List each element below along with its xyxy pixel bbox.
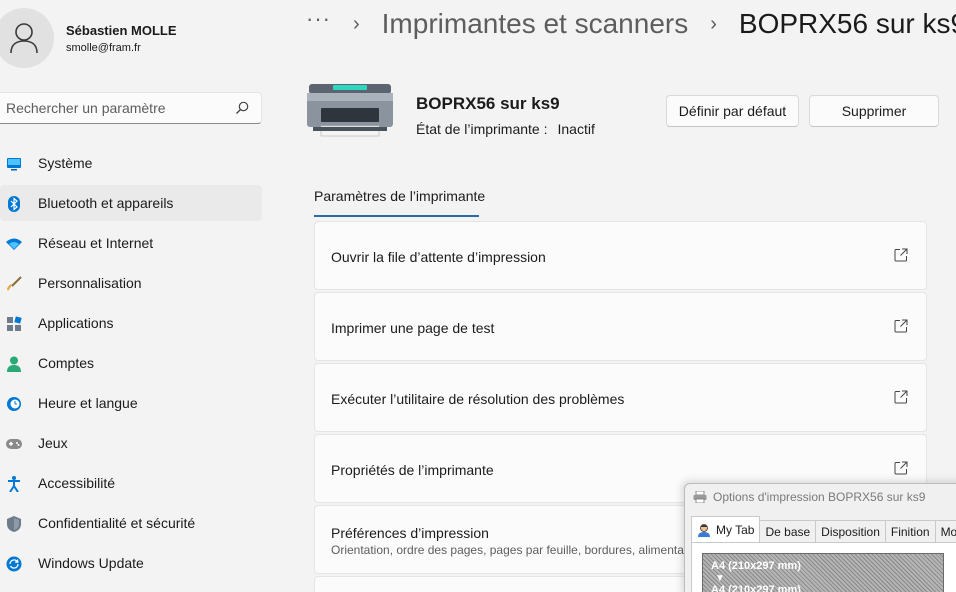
dialog-titlebar[interactable]: Options d'impression BOPRX56 sur ks9 — [693, 490, 925, 504]
sidebar-item-label: Bluetooth et appareils — [38, 195, 174, 211]
apps-icon — [6, 316, 22, 332]
card-troubleshooter[interactable]: Exécuter l’utilitaire de résolution des … — [314, 363, 927, 432]
sidebar-item-label: Jeux — [38, 435, 68, 451]
sidebar-item-applications[interactable]: Applications — [0, 305, 262, 341]
sidebar-item-reseau[interactable]: Réseau et Internet — [0, 225, 262, 261]
shield-icon — [6, 516, 22, 532]
update-icon — [6, 556, 22, 572]
tab-mode[interactable]: Mode — [934, 520, 956, 542]
card-subtitle: Orientation, ordre des pages, pages par … — [331, 543, 704, 557]
paper-size-preview[interactable]: A4 (210x297 mm) ▼ A4 (210x297 mm) — [702, 553, 944, 592]
printer-status-value: Inactif — [557, 121, 595, 137]
bluetooth-icon — [6, 196, 22, 212]
page-title: BOPRX56 sur ks9 — [738, 8, 956, 39]
card-title: Ouvrir la file d’attente d’impression — [331, 249, 546, 265]
avatar[interactable] — [0, 8, 54, 68]
tab-printer-settings[interactable]: Paramètres de l’imprimante — [314, 188, 485, 204]
card-title: Propriétés de l’imprimante — [331, 462, 494, 478]
card-title: Imprimer une page de test — [331, 320, 495, 336]
printer-icon — [307, 84, 393, 137]
external-link-icon — [894, 319, 908, 333]
sidebar-nav: Système Bluetooth et appareils Réseau et… — [0, 145, 262, 585]
search-box[interactable] — [0, 92, 262, 124]
sidebar-item-label: Comptes — [38, 355, 95, 371]
printer-small-icon — [693, 491, 707, 503]
printer-status-label: État de l’imprimante : — [416, 121, 548, 137]
brush-icon — [6, 276, 22, 292]
print-options-dialog[interactable]: Options d'impression BOPRX56 sur ks9 My … — [684, 483, 956, 592]
tab-label: My Tab — [716, 523, 755, 537]
tab-underline — [314, 215, 479, 217]
sidebar-item-label: Accessibilité — [38, 475, 116, 491]
dialog-title: Options d'impression BOPRX56 sur ks9 — [713, 490, 926, 504]
clock-globe-icon — [6, 396, 22, 412]
sidebar-item-label: Confidentialité et sécurité — [38, 515, 196, 531]
tab-my-tab[interactable]: My Tab — [691, 516, 761, 542]
search-input[interactable] — [6, 100, 226, 116]
breadcrumb-parent-link[interactable]: Imprimantes et scanners — [382, 8, 689, 40]
accessibility-icon — [6, 476, 22, 492]
arrow-down-icon: ▼ — [715, 573, 725, 584]
user-name: Sébastien MOLLE — [66, 23, 177, 38]
tab-finition[interactable]: Finition — [884, 520, 936, 542]
sidebar-item-windows-update[interactable]: Windows Update — [0, 545, 262, 581]
sidebar-item-bluetooth[interactable]: Bluetooth et appareils — [0, 185, 262, 221]
sidebar-item-jeux[interactable]: Jeux — [0, 425, 262, 461]
sidebar-item-accessibilite[interactable]: Accessibilité — [0, 465, 262, 501]
gamepad-icon — [6, 436, 22, 452]
external-link-icon — [894, 390, 908, 404]
sidebar-item-comptes[interactable]: Comptes — [0, 345, 262, 381]
dialog-body: A4 (210x297 mm) ▼ A4 (210x297 mm) — [691, 542, 956, 592]
search-icon[interactable] — [235, 101, 249, 115]
sidebar-item-personnalisation[interactable]: Personnalisation — [0, 265, 262, 301]
delete-button[interactable]: Supprimer — [809, 95, 939, 127]
breadcrumb: ··· › Imprimantes et scanners › BOPRX56 … — [306, 6, 956, 40]
tab-de-base[interactable]: De base — [759, 520, 817, 542]
sidebar-item-label: Personnalisation — [38, 275, 142, 291]
chevron-right-icon: › — [352, 12, 360, 35]
tab-disposition[interactable]: Disposition — [815, 520, 886, 542]
sidebar-item-label: Applications — [38, 315, 114, 331]
set-default-button[interactable]: Définir par défaut — [666, 95, 799, 127]
external-link-icon — [894, 461, 908, 475]
printer-status: État de l’imprimante : Inactif — [416, 121, 595, 137]
card-title: Préférences d’impression — [331, 525, 489, 541]
sidebar-item-systeme[interactable]: Système — [0, 145, 262, 181]
sidebar-item-label: Heure et langue — [38, 395, 138, 411]
monitor-icon — [6, 156, 22, 172]
sidebar-item-label: Réseau et Internet — [38, 235, 154, 251]
chevron-right-icon: › — [710, 12, 717, 35]
sidebar-item-label: Système — [38, 155, 93, 171]
sidebar-item-confidentialite[interactable]: Confidentialité et sécurité — [0, 505, 262, 541]
account-icon — [6, 356, 22, 372]
card-title: Exécuter l’utilitaire de résolution des … — [331, 391, 625, 407]
user-email: smolle@fram.fr — [66, 42, 141, 54]
sidebar-item-heure[interactable]: Heure et langue — [0, 385, 262, 421]
wifi-icon — [6, 236, 22, 252]
person-icon — [698, 524, 710, 537]
card-test-page[interactable]: Imprimer une page de test — [314, 292, 927, 361]
breadcrumb-more-button[interactable]: ··· — [306, 6, 331, 32]
external-link-icon — [894, 248, 908, 262]
paper-size-label-2: A4 (210x297 mm) — [711, 584, 801, 592]
paper-size-label: A4 (210x297 mm) — [711, 560, 801, 572]
printer-name: BOPRX56 sur ks9 — [416, 94, 560, 113]
user-icon — [10, 23, 38, 54]
card-print-queue[interactable]: Ouvrir la file d’attente d’impression — [314, 221, 927, 290]
sidebar-item-label: Windows Update — [38, 555, 144, 571]
dialog-tabs: My Tab De base Disposition Finition Mode — [691, 516, 956, 542]
